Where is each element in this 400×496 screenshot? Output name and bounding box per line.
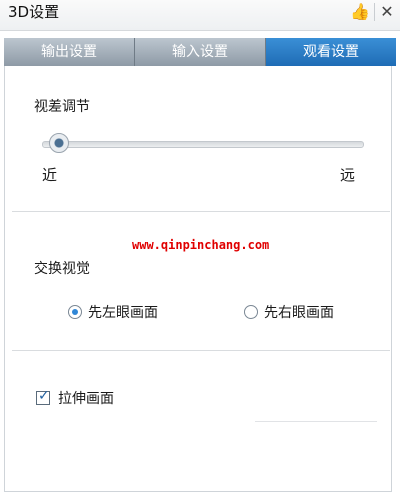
title-bar: 3D设置 👍 ✕ <box>0 0 400 31</box>
settings-tabs: 输出设置 输入设置 观看设置 <box>4 38 396 66</box>
radio-selected-icon <box>68 305 82 319</box>
tab-output-settings[interactable]: 输出设置 <box>4 38 135 66</box>
parallax-min-label: 近 <box>42 166 58 184</box>
watermark-text: www.qinpinchang.com <box>132 238 270 252</box>
swap-view-heading: 交换视觉 <box>34 261 90 277</box>
section-divider <box>12 211 390 212</box>
titlebar-separator <box>374 3 375 21</box>
stretch-image-label: 拉伸画面 <box>58 391 114 407</box>
tab-viewing-settings[interactable]: 观看设置 <box>266 38 396 66</box>
tab-input-settings[interactable]: 输入设置 <box>135 38 266 66</box>
checkbox-box: ✓ <box>36 388 50 405</box>
check-icon: ✓ <box>38 388 50 404</box>
parallax-slider-track[interactable] <box>42 141 364 148</box>
parallax-heading: 视差调节 <box>34 99 90 115</box>
radio-right-eye-first-label: 先右眼画面 <box>264 305 334 321</box>
stretch-image-checkbox[interactable]: ✓ 拉伸画面 <box>36 388 114 408</box>
radio-unselected-icon <box>244 305 258 319</box>
window-title: 3D设置 <box>8 3 60 21</box>
parallax-max-label: 远 <box>340 166 356 184</box>
radio-left-eye-first-label: 先左眼画面 <box>88 305 158 321</box>
radio-left-eye-first[interactable]: 先左眼画面 <box>68 302 158 322</box>
faint-divider <box>255 421 377 422</box>
radio-right-eye-first[interactable]: 先右眼画面 <box>244 302 334 322</box>
close-icon[interactable]: ✕ <box>377 2 397 22</box>
thumbs-up-icon[interactable]: 👍 <box>350 2 370 22</box>
viewing-settings-panel <box>4 66 392 492</box>
parallax-slider-thumb[interactable] <box>49 133 70 153</box>
section-divider <box>12 350 390 351</box>
